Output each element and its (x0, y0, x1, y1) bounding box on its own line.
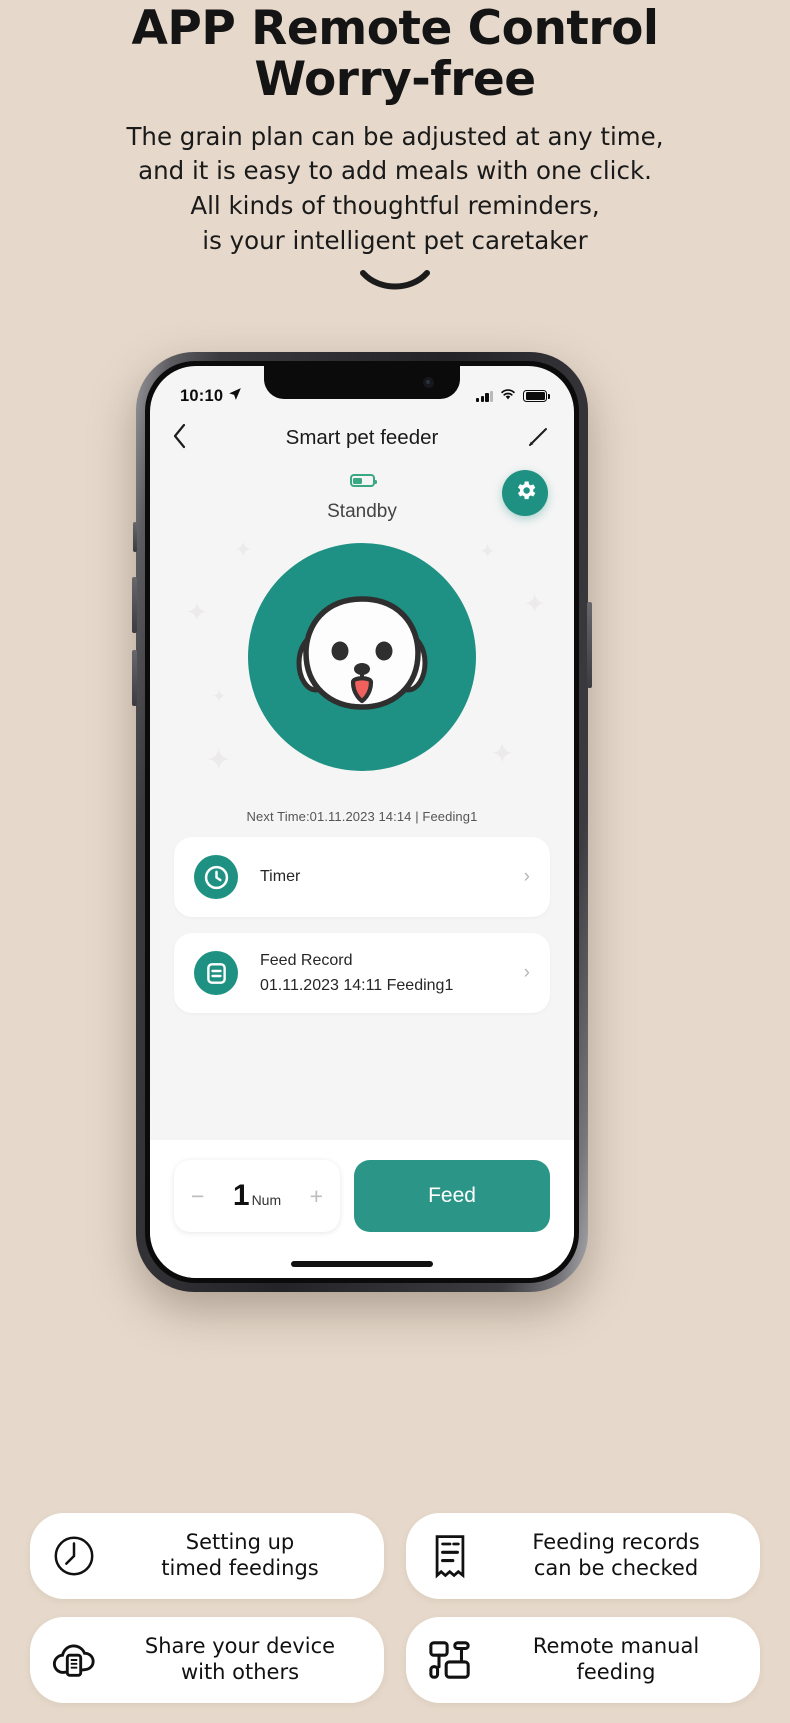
feed-action-bar: − 1 Num + Feed (150, 1140, 574, 1278)
device-status: Standby (150, 470, 574, 523)
status-bar: 10:10 (150, 366, 574, 412)
phone-mockup: 10:10 Smart pet feeder Standby ✦ ✦ ✦ ✦ ✦… (132, 352, 654, 1292)
sparkle-icon: ✦ (234, 537, 253, 562)
phone-volume-down-button (132, 650, 137, 706)
home-indicator (291, 1261, 433, 1267)
quantity-unit: Num (251, 1192, 282, 1208)
wifi-icon (500, 387, 516, 405)
phone-screen: 10:10 Smart pet feeder Standby ✦ ✦ ✦ ✦ ✦… (150, 366, 574, 1278)
phone-volume-up-button (132, 577, 137, 633)
phone-frame: 10:10 Smart pet feeder Standby ✦ ✦ ✦ ✦ ✦… (132, 352, 592, 1292)
feature-line-1: Setting up (185, 1530, 295, 1555)
phone-bezel: 10:10 Smart pet feeder Standby ✦ ✦ ✦ ✦ ✦… (145, 361, 579, 1283)
cellular-signal-icon (476, 390, 494, 402)
feed-record-card-subtitle: 01.11.2023 14:11 Feeding1 (260, 976, 454, 994)
feature-pill-label: Share your device with others (114, 1634, 366, 1685)
sparkle-icon: ✦ (479, 541, 496, 563)
cloud-phone-icon (48, 1638, 100, 1682)
phone-mute-switch (133, 522, 137, 552)
chevron-right-icon: › (523, 962, 530, 983)
clock-icon (194, 855, 238, 899)
page-title-line1: APP Remote Control (131, 1, 659, 56)
feature-pill-label: Remote manual feeding (490, 1634, 742, 1685)
chevron-right-icon: › (523, 866, 530, 887)
gear-icon (513, 478, 538, 508)
document-list-icon (194, 951, 238, 995)
feature-pill-timed-feeding[interactable]: Setting up timed feedings (30, 1513, 384, 1599)
smile-divider (0, 269, 790, 295)
page-title-line2: Worry-free (254, 51, 536, 107)
pet-avatar[interactable] (248, 543, 476, 771)
feature-pills: Setting up timed feedings Feeding record… (0, 1513, 790, 1703)
sparkle-icon: ✦ (206, 744, 232, 777)
page-title: APP Remote Control Worry-free (0, 1, 790, 107)
feed-record-card-title: Feed Record (260, 951, 353, 969)
back-button[interactable] (172, 423, 202, 453)
status-time: 10:10 (180, 386, 224, 405)
receipt-icon (424, 1532, 476, 1580)
timer-card-title: Timer (260, 868, 301, 885)
feature-line-2: timed feedings (161, 1556, 319, 1580)
decrease-quantity-button[interactable]: − (191, 1184, 204, 1208)
feature-pill-share-device[interactable]: Share your device with others (30, 1617, 384, 1703)
settings-button[interactable] (502, 470, 548, 516)
sparkle-icon: ✦ (186, 597, 208, 627)
next-feed-time: Next Time:01.11.2023 14:14 | Feeding1 (246, 809, 478, 824)
sparkle-icon: ✦ (523, 589, 546, 619)
increase-quantity-button[interactable]: + (310, 1184, 323, 1208)
dog-face-icon (287, 585, 437, 730)
feed-button[interactable]: Feed (354, 1160, 550, 1232)
subtitle-line-4: is your intelligent pet caretaker (202, 225, 588, 255)
subtitle-line-1: The grain plan can be adjusted at any ti… (126, 121, 664, 151)
app-navbar: Smart pet feeder (150, 412, 574, 464)
timer-card-text: Timer (260, 868, 524, 886)
device-battery-icon (349, 474, 377, 487)
status-bar-right (476, 387, 550, 405)
timer-card[interactable]: Timer › (174, 837, 550, 917)
page-subtitle: The grain plan can be adjusted at any ti… (0, 120, 790, 259)
battery-icon (523, 390, 550, 402)
subtitle-line-2: and it is easy to add meals with one cli… (138, 156, 652, 186)
feature-line-1: Share your device (144, 1634, 336, 1659)
feature-pill-remote-feeding[interactable]: Remote manual feeding (406, 1617, 760, 1703)
location-arrow-icon (228, 387, 242, 406)
feed-record-card-text: Feed Record 01.11.2023 14:11 Feeding1 (260, 952, 524, 995)
quantity-number: 1 (232, 1179, 250, 1212)
sparkle-icon: ✦ (212, 687, 227, 706)
feature-pill-feeding-records[interactable]: Feeding records can be checked (406, 1513, 760, 1599)
feature-line-2: feeding (576, 1660, 656, 1684)
feature-line-1: Remote manual (532, 1634, 700, 1659)
feature-line-2: can be checked (533, 1556, 699, 1580)
clock-outline-icon (48, 1533, 100, 1579)
hero-section: APP Remote Control Worry-free The grain … (0, 0, 790, 295)
quantity-stepper[interactable]: − 1 Num + (174, 1160, 340, 1232)
feature-line-2: with others (180, 1660, 300, 1684)
edit-button[interactable] (526, 425, 552, 451)
feed-record-card[interactable]: Feed Record 01.11.2023 14:11 Feeding1 › (174, 933, 550, 1013)
app-title: Smart pet feeder (285, 426, 439, 449)
status-bar-left: 10:10 (180, 387, 242, 406)
sparkle-icon: ✦ (490, 738, 514, 769)
feature-pill-label: Setting up timed feedings (114, 1530, 366, 1581)
quantity-value: 1 Num (233, 1179, 281, 1213)
remote-devices-icon (424, 1638, 476, 1682)
feature-pill-label: Feeding records can be checked (490, 1530, 742, 1581)
feature-line-1: Feeding records (532, 1530, 700, 1555)
menu-cards: Timer › Feed Record 01.11.2023 14:11 Fee… (150, 837, 574, 1013)
pet-hero-area: ✦ ✦ ✦ ✦ ✦ ✦ ✦ Next Time:01.11.2023 14:14… (150, 537, 574, 827)
subtitle-line-3: All kinds of thoughtful reminders, (190, 191, 600, 221)
phone-power-button (587, 602, 592, 688)
